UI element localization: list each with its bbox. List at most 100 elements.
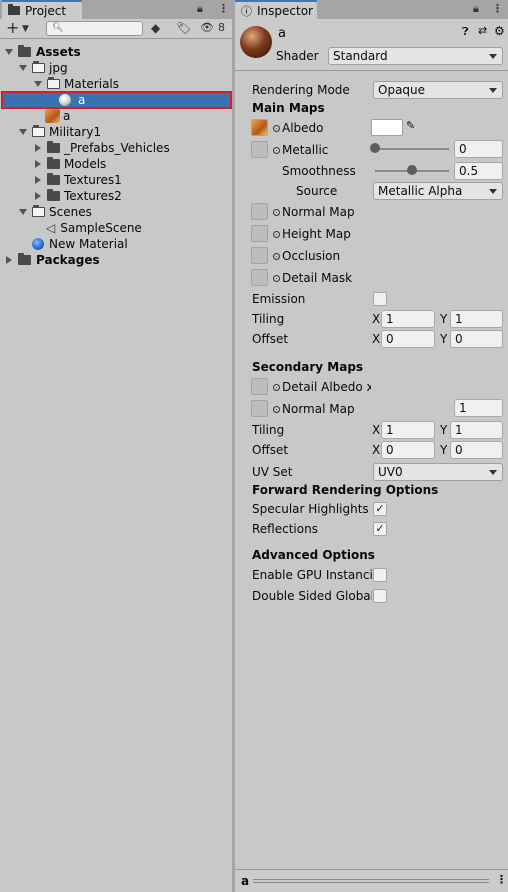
tree-label: Textures2 [64, 189, 122, 203]
detail-mask-label: Detail Mask [282, 271, 353, 285]
collapsed-arrow-icon[interactable] [6, 256, 12, 264]
tree-item-models[interactable]: Models [0, 156, 232, 172]
search-input[interactable]: 🔍︎ [46, 21, 143, 36]
albedo-texture-slot[interactable] [251, 119, 268, 136]
collapsed-arrow-icon[interactable] [35, 144, 41, 152]
main-tiling-y-label: Y [440, 312, 448, 326]
collapsed-arrow-icon[interactable] [35, 160, 41, 168]
filter-by-type-icon[interactable]: ◆ [151, 21, 160, 35]
secondary-normal-scale-value: 1 [459, 401, 467, 415]
expand-arrow-icon[interactable] [34, 81, 42, 87]
smoothness-slider-thumb[interactable] [407, 165, 417, 175]
main-offset-y-field[interactable]: 0 [450, 330, 503, 348]
smoothness-value-field[interactable]: 0.5 [454, 162, 503, 180]
uv-set-value: UV0 [378, 465, 403, 479]
tree-item-material-a-selected[interactable]: a [1, 91, 232, 109]
shader-dropdown[interactable]: Standard [328, 47, 503, 65]
tree-item-textures2[interactable]: Textures2 [0, 188, 232, 204]
eyedropper-icon[interactable]: ✎ [406, 119, 415, 132]
kebab-menu-icon[interactable]: ⋮ [492, 2, 503, 15]
sec-tiling-x-value: 1 [386, 423, 394, 437]
normal-map-texture-slot[interactable] [251, 203, 268, 220]
tree-label: Scenes [49, 205, 92, 219]
secondary-normal-map-slot[interactable] [251, 400, 268, 417]
chevron-down-icon[interactable]: ▼ [22, 24, 29, 34]
expand-arrow-icon[interactable] [5, 49, 13, 55]
smoothness-label: Smoothness [282, 164, 356, 178]
texture-picker-icon[interactable] [273, 231, 280, 238]
tree-item-jpg[interactable]: jpg [0, 60, 232, 76]
detail-mask-texture-slot[interactable] [251, 269, 268, 286]
tree-item-assets[interactable]: Assets [0, 44, 232, 60]
uv-set-dropdown[interactable]: UV0 [373, 463, 503, 481]
rendering-mode-dropdown[interactable]: Opaque [373, 81, 503, 99]
metallic-value-field[interactable]: 0 [454, 140, 503, 158]
gpu-instancing-checkbox[interactable] [373, 568, 387, 582]
filter-by-label-icon[interactable]: 🏷︎ [176, 21, 191, 35]
texture-picker-icon[interactable] [273, 209, 280, 216]
detail-albedo-texture-slot[interactable] [251, 378, 268, 395]
double-sided-gi-checkbox[interactable] [373, 589, 387, 603]
tree-item-scenes[interactable]: Scenes [0, 204, 232, 220]
tree-item-texture-a[interactable]: a [0, 108, 232, 124]
sec-offset-y-field[interactable]: 0 [450, 441, 503, 459]
create-button[interactable]: + [6, 18, 19, 37]
texture-picker-icon[interactable] [273, 275, 280, 282]
expand-arrow-icon[interactable] [19, 209, 27, 215]
tree-item-textures1[interactable]: Textures1 [0, 172, 232, 188]
metallic-slider-thumb[interactable] [370, 143, 380, 153]
expand-arrow-icon[interactable] [19, 129, 27, 135]
tree-label: a [63, 109, 71, 123]
kebab-menu-icon[interactable]: ⋮ [218, 2, 229, 15]
metallic-texture-slot[interactable] [251, 141, 268, 158]
forward-rendering-heading: Forward Rendering Options [252, 483, 439, 497]
kebab-menu-icon[interactable]: ⋮ [496, 873, 507, 886]
albedo-color-swatch[interactable] [371, 119, 403, 136]
tree-label: SampleScene [60, 221, 142, 235]
tab-project[interactable]: Project [2, 0, 82, 19]
main-offset-x-label: X [372, 332, 381, 346]
create-plus-label: + [6, 18, 20, 37]
reflections-label: Reflections [252, 522, 318, 536]
tree-item-materials[interactable]: Materials [0, 76, 232, 92]
texture-picker-icon[interactable] [273, 384, 280, 391]
tree-item-new-material[interactable]: New Material [0, 236, 232, 252]
shader-label: Shader [276, 49, 319, 63]
reflections-checkbox[interactable]: ✓ [373, 522, 387, 536]
occlusion-texture-slot[interactable] [251, 247, 268, 264]
emission-checkbox[interactable] [373, 292, 387, 306]
lock-icon[interactable]: 🔒︎ [473, 2, 479, 16]
expand-arrow-icon[interactable] [19, 65, 27, 71]
texture-picker-icon[interactable] [273, 406, 280, 413]
lock-icon[interactable]: 🔒︎ [197, 2, 203, 16]
metallic-slider-track[interactable] [375, 148, 449, 150]
preset-icon[interactable]: ⇄ [478, 24, 487, 37]
open-folder-icon [32, 125, 45, 137]
sec-offset-x-field[interactable]: 0 [381, 441, 435, 459]
tab-inspector[interactable]: ⓘ Inspector [235, 0, 317, 19]
sec-tiling-y-field[interactable]: 1 [450, 421, 503, 439]
tree-item-packages[interactable]: Packages [0, 252, 232, 268]
secondary-normal-scale-field[interactable]: 1 [454, 399, 503, 417]
specular-highlights-checkbox[interactable]: ✓ [373, 502, 387, 516]
texture-picker-icon[interactable] [273, 253, 280, 260]
folder-icon [47, 141, 60, 153]
tree-item-military1[interactable]: Military1 [0, 124, 232, 140]
texture-picker-icon[interactable] [273, 147, 280, 154]
main-tiling-y-field[interactable]: 1 [450, 310, 503, 328]
tree-item-prefabs-vehicles[interactable]: _Prefabs_Vehicles [0, 140, 232, 156]
preview-footer[interactable]: a ⋮ [235, 869, 508, 892]
gear-icon[interactable]: ⚙ [494, 24, 505, 38]
sec-tiling-x-field[interactable]: 1 [381, 421, 435, 439]
main-offset-x-field[interactable]: 0 [381, 330, 435, 348]
preview-drag-handle[interactable] [253, 879, 489, 883]
main-tiling-x-field[interactable]: 1 [381, 310, 435, 328]
collapsed-arrow-icon[interactable] [35, 176, 41, 184]
tree-item-samplescene[interactable]: ◁ SampleScene [0, 220, 232, 236]
collapsed-arrow-icon[interactable] [35, 192, 41, 200]
help-icon[interactable]: ❓︎ [462, 25, 469, 39]
source-dropdown[interactable]: Metallic Alpha [373, 182, 503, 200]
hidden-packages-icon[interactable]: 👁︎ [200, 21, 214, 34]
texture-picker-icon[interactable] [273, 125, 280, 132]
height-map-texture-slot[interactable] [251, 225, 268, 242]
